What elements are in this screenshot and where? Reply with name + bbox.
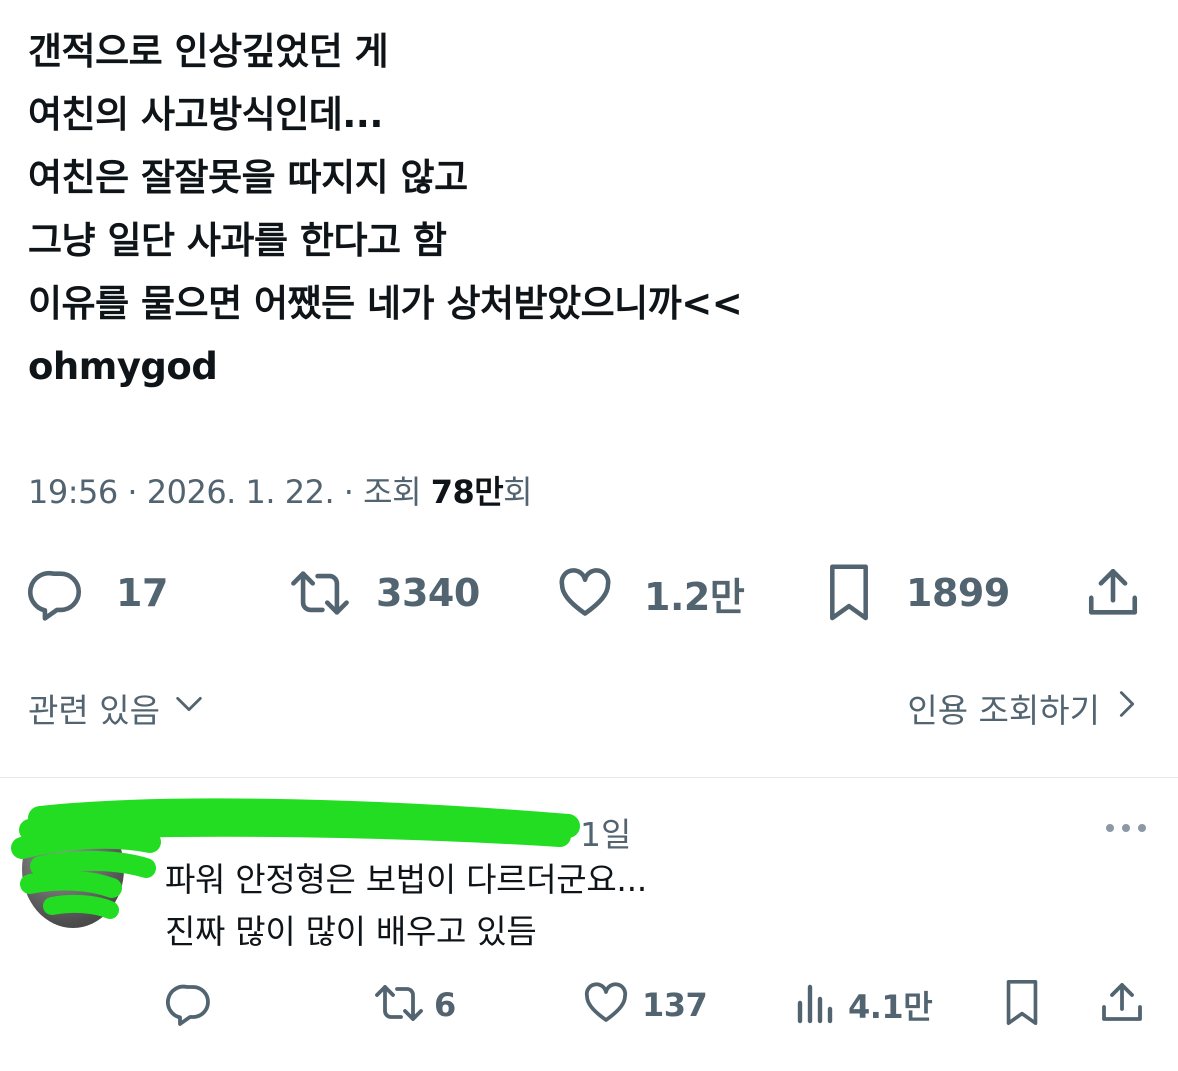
reply-views-count: 4.1만 — [848, 988, 933, 1026]
analytics-icon — [794, 979, 836, 1031]
reply-text: 파워 안정형은 보법이 다르더군요... 진짜 많이 많이 배우고 있듬 — [165, 854, 647, 958]
reply-time[interactable]: 1일 — [580, 808, 631, 856]
reply-retweet-button[interactable]: 6 — [372, 980, 456, 1030]
view-quotes-link[interactable]: 인용 조회하기 — [907, 684, 1142, 732]
bookmark-count: 1899 — [906, 571, 1010, 615]
reply-line: 파워 안정형은 보법이 다르더군요... — [165, 860, 647, 899]
share-icon — [1098, 979, 1146, 1031]
more-icon[interactable] — [1104, 818, 1148, 838]
reply-bookmark-button[interactable] — [1000, 980, 1044, 1030]
share-button[interactable] — [1084, 560, 1142, 626]
reply-icon — [166, 979, 214, 1031]
heart-icon — [582, 979, 630, 1031]
chevron-right-icon — [1112, 687, 1142, 729]
reply-action-bar: 6 137 4.1만 — [0, 980, 1178, 1030]
bookmark-icon — [822, 562, 876, 624]
reply-retweet-count: 6 — [434, 986, 456, 1024]
reply-reply-button[interactable] — [166, 980, 214, 1030]
quotes-label: 인용 조회하기 — [907, 691, 1100, 730]
reply-like-count: 137 — [642, 986, 708, 1024]
reply-share-button[interactable] — [1098, 980, 1146, 1030]
bookmark-icon — [1000, 978, 1044, 1032]
reply-views-button[interactable]: 4.1만 — [794, 979, 933, 1031]
redaction-scribble — [11, 798, 580, 919]
reply-like-button[interactable]: 137 — [582, 979, 708, 1031]
reply-line: 진짜 많이 많이 배우고 있듬 — [165, 912, 537, 951]
share-icon — [1084, 564, 1142, 622]
retweet-icon — [372, 979, 426, 1031]
bookmark-button[interactable]: 1899 — [822, 560, 1010, 626]
like-count: 1.2만 — [644, 574, 745, 619]
